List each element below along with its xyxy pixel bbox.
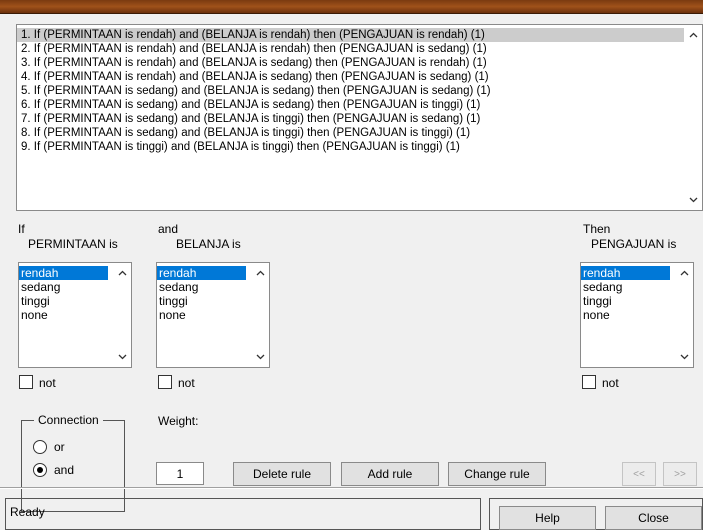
rule-item[interactable]: 3. If (PERMINTAAN is rendah) and (BELANJ…: [17, 56, 684, 70]
rule-item[interactable]: 6. If (PERMINTAAN is sedang) and (BELANJ…: [17, 98, 684, 112]
or-label: or: [54, 440, 65, 454]
output-not-label: not: [602, 376, 619, 390]
and-radio[interactable]: [33, 463, 47, 477]
input2-not-checkbox[interactable]: [158, 375, 172, 389]
rule-item[interactable]: 7. If (PERMINTAAN is sedang) and (BELANJ…: [17, 112, 684, 126]
help-button[interactable]: Help: [499, 506, 596, 530]
status-bar: Ready: [5, 498, 481, 530]
rule-item[interactable]: 1. If (PERMINTAAN is rendah) and (BELANJ…: [17, 28, 684, 42]
output-mf-item[interactable]: tinggi: [581, 294, 670, 308]
input2-not-label: not: [178, 376, 195, 390]
input1-mf-item[interactable]: none: [19, 308, 108, 322]
rule-item[interactable]: 4. If (PERMINTAAN is rendah) and (BELANJ…: [17, 70, 684, 84]
input1-scrollbar[interactable]: [114, 263, 131, 367]
rule-item[interactable]: 5. If (PERMINTAAN is sedang) and (BELANJ…: [17, 84, 684, 98]
rules-list[interactable]: 1. If (PERMINTAAN is rendah) and (BELANJ…: [16, 24, 703, 211]
input1-not-checkbox[interactable]: [19, 375, 33, 389]
input1-variable-label: PERMINTAAN is: [28, 237, 118, 251]
rules-container: 1. If (PERMINTAAN is rendah) and (BELANJ…: [17, 25, 702, 154]
scroll-up-icon[interactable]: [689, 31, 698, 40]
scroll-down-icon[interactable]: [680, 352, 689, 361]
and-label: and: [54, 463, 75, 477]
delete-rule-button[interactable]: Delete rule: [233, 462, 331, 486]
rule-item[interactable]: 9. If (PERMINTAAN is tinggi) and (BELANJ…: [17, 140, 684, 154]
rule-item[interactable]: 8. If (PERMINTAAN is sedang) and (BELANJ…: [17, 126, 684, 140]
input2-mf-item[interactable]: rendah: [157, 266, 246, 280]
weight-label: Weight:: [158, 414, 199, 428]
input1-mf-list[interactable]: rendah sedang tinggi none: [18, 262, 132, 368]
close-button[interactable]: Close: [605, 506, 702, 530]
next-button[interactable]: >>: [663, 462, 697, 486]
output-variable-label: PENGAJUAN is: [591, 237, 677, 251]
input1-not-label: not: [39, 376, 56, 390]
input2-mf-list[interactable]: rendah sedang tinggi none: [156, 262, 270, 368]
input1-mf-item[interactable]: sedang: [19, 280, 108, 294]
output-mf-item[interactable]: sedang: [581, 280, 670, 294]
output-mf-list[interactable]: rendah sedang tinggi none: [580, 262, 694, 368]
scroll-down-icon[interactable]: [118, 352, 127, 361]
input2-mf-item[interactable]: sedang: [157, 280, 246, 294]
rules-scrollbar[interactable]: [685, 25, 702, 210]
connection-title: Connection: [34, 413, 103, 427]
input1-prefix: If: [18, 222, 25, 236]
scroll-up-icon[interactable]: [118, 269, 127, 278]
input2-variable-label: BELANJA is: [176, 237, 241, 251]
change-rule-button[interactable]: Change rule: [448, 462, 546, 486]
or-radio[interactable]: [33, 440, 47, 454]
scroll-down-icon[interactable]: [256, 352, 265, 361]
bottom-separator-highlight: [0, 488, 703, 489]
input2-mf-item[interactable]: tinggi: [157, 294, 246, 308]
input2-scrollbar[interactable]: [252, 263, 269, 367]
input2-prefix: and: [158, 222, 179, 236]
status-text: Ready: [10, 505, 45, 519]
rule-item[interactable]: 2. If (PERMINTAAN is rendah) and (BELANJ…: [17, 42, 684, 56]
output-prefix: Then: [583, 222, 611, 236]
input1-mf-item[interactable]: rendah: [19, 266, 108, 280]
output-scrollbar[interactable]: [676, 263, 693, 367]
output-mf-item[interactable]: none: [581, 308, 670, 322]
scroll-up-icon[interactable]: [680, 269, 689, 278]
title-bar-strip: [0, 0, 703, 14]
scroll-up-icon[interactable]: [256, 269, 265, 278]
output-not-checkbox[interactable]: [582, 375, 596, 389]
input1-mf-item[interactable]: tinggi: [19, 294, 108, 308]
input2-mf-item[interactable]: none: [157, 308, 246, 322]
prev-button[interactable]: <<: [622, 462, 656, 486]
add-rule-button[interactable]: Add rule: [341, 462, 439, 486]
weight-input[interactable]: [156, 462, 204, 485]
scroll-down-icon[interactable]: [689, 195, 698, 204]
output-mf-item[interactable]: rendah: [581, 266, 670, 280]
